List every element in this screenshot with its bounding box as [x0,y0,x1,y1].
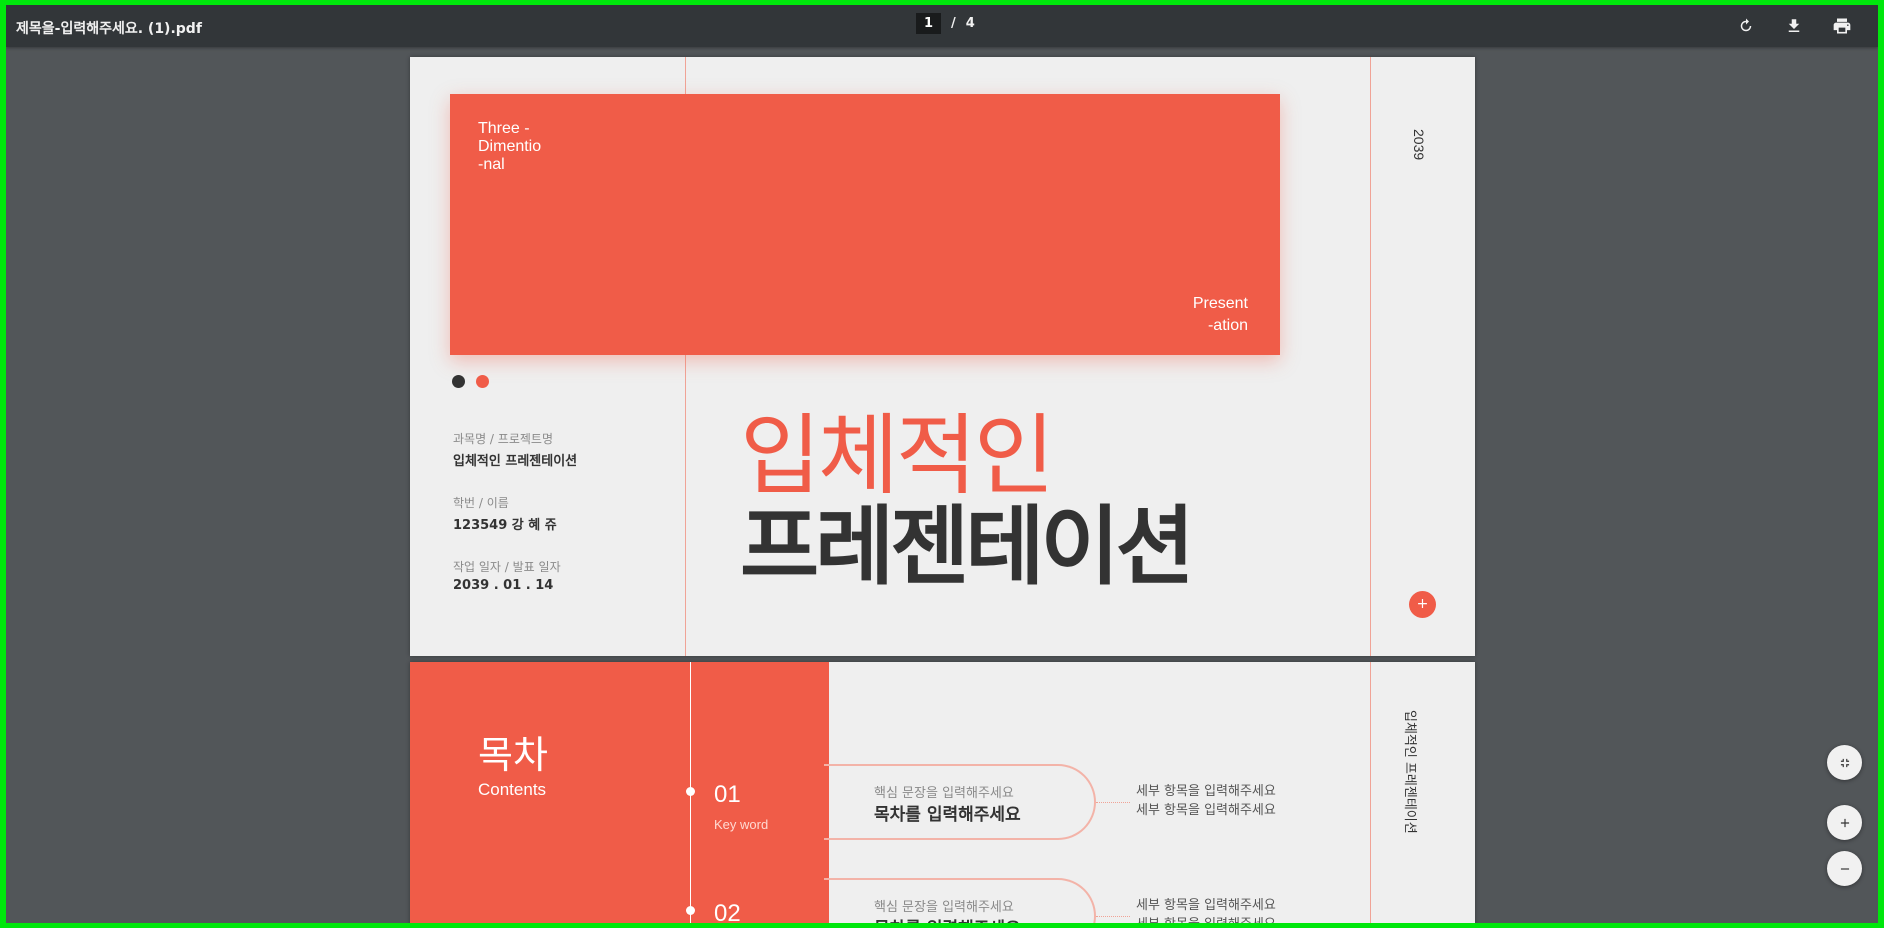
page-selector: / 4 [916,13,975,34]
rotate-icon [1740,18,1752,32]
print-icon [1833,18,1851,34]
accent-dot [476,375,489,388]
pdf-page-1: Three - Dimentio -nal Present -ation 과목명… [410,57,1475,656]
timeline-dot [686,906,695,915]
item-number: 02 [714,900,741,923]
viewer-toolbar: 제목을-입력해주세요. (1).pdf / 4 [6,5,1878,47]
detail-item: 세부 항목을 입력해주세요 [1136,803,1276,818]
course-value: 입체적인 프레젠테이션 [453,454,578,469]
year-vertical: 2039 [1411,129,1427,161]
toc-heading: 목차를 입력해주세요 [874,805,1021,825]
banner-line: Dimentio [478,138,542,155]
banner-text: Three - Dimentio -nal [478,120,558,174]
banner-corner-text: Present -ation [1168,293,1248,337]
item-keyword: Key word [714,817,769,832]
toc-heading: 목차를 입력해주세요 [874,914,1021,923]
fit-page-icon [1840,758,1849,767]
toc-title: 목차 [478,733,548,777]
cover-banner: Three - Dimentio -nal Present -ation [450,94,1280,355]
banner-line: Three - [478,120,530,137]
divider-line-right [1370,57,1371,656]
banner-line: -nal [478,156,505,173]
date-value: 2039 . 01 . 14 [453,578,554,593]
total-pages: 4 [965,16,975,31]
download-button[interactable] [1781,13,1807,39]
fit-page-button[interactable] [1827,745,1862,780]
id-label: 학번 / 이름 [453,496,509,510]
title-line-1: 입체적인 [740,404,1055,507]
zoom-in-button[interactable] [1827,805,1862,840]
divider-line-right [1370,662,1371,923]
detail-list: 세부 항목을 입력해주세요 세부 항목을 입력해주세요 [1136,896,1276,923]
id-value: 123549 강 혜 쥬 [453,518,557,533]
plus-circle: + [1409,591,1436,618]
side-vertical-title: 입체적인 프레젠테이션 [1402,710,1417,834]
detail-list: 세부 항목을 입력해주세요 세부 항목을 입력해주세요 [1136,782,1276,820]
corner-line: Present [1192,295,1248,312]
date-label: 작업 일자 / 발표 일자 [453,560,561,574]
zoom-out-button[interactable] [1827,851,1862,886]
timeline-dot [686,787,695,796]
page-separator: / [951,16,956,31]
title-line-2: 프레젠테이션 [740,497,1195,597]
toc-subtitle: Contents [478,780,547,799]
corner-line: -ation [1207,317,1248,334]
download-icon [1788,19,1800,32]
pdf-viewer: 제목을-입력해주세요. (1).pdf / 4 Three - Dimentio… [6,5,1878,923]
zoom-in-icon [1840,818,1849,827]
page-number-input[interactable] [916,13,941,34]
detail-item: 세부 항목을 입력해주세요 [1136,898,1276,913]
dark-dot [452,375,465,388]
course-label: 과목명 / 프로젝트명 [453,432,553,446]
core-sentence: 핵심 문장을 입력해주세요 [874,786,1014,801]
detail-item: 세부 항목을 입력해주세요 [1136,784,1276,799]
zoom-out-icon [1840,867,1849,870]
pdf-page-2: 목차 Contents 01 Key word 02 핵심 문장을 입력해주세요… [410,662,1475,923]
print-button[interactable] [1829,13,1855,39]
connector-line [1096,802,1130,803]
contents-panel: 목차 Contents 01 Key word 02 [410,662,829,923]
connector-line [1096,916,1130,917]
core-sentence: 핵심 문장을 입력해주세요 [874,900,1014,915]
rotate-button[interactable] [1733,13,1759,39]
item-number: 01 [714,781,741,808]
document-title: 제목을-입력해주세요. (1).pdf [16,21,202,37]
detail-item: 세부 항목을 입력해주세요 [1136,915,1276,923]
